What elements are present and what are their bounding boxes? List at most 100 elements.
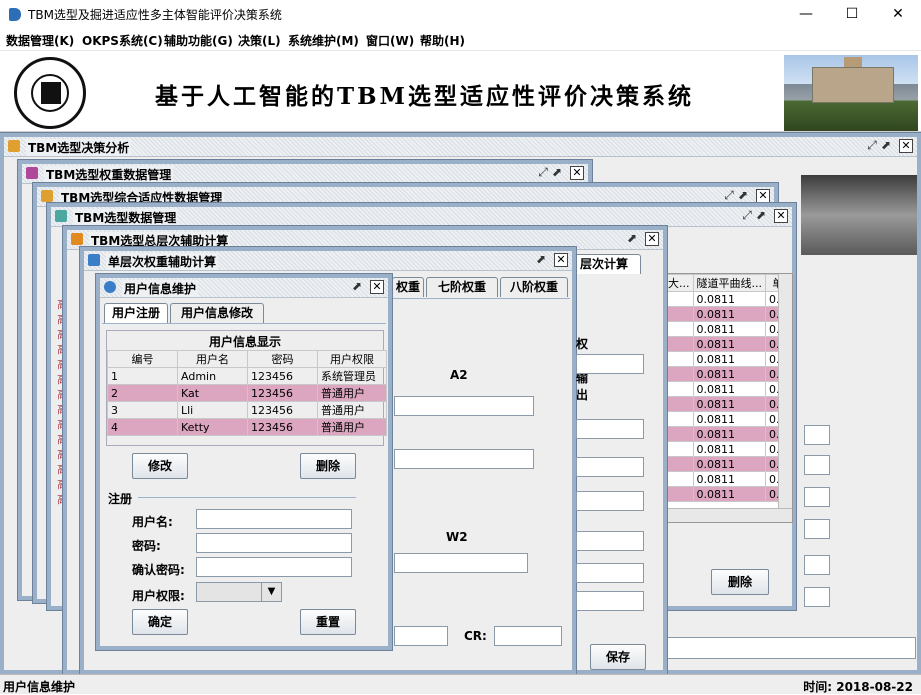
maximize-icon[interactable]: ⬈ [550,166,564,180]
menu-window[interactable]: 窗口(W) [366,32,414,49]
matrix-field[interactable] [394,449,534,469]
side-field[interactable] [804,519,830,539]
username-label: 用户名: [132,515,173,529]
confirm-password-input[interactable] [196,557,352,577]
output-field[interactable] [576,531,644,551]
table-row[interactable]: 0.08110.1 [664,351,791,367]
output-field[interactable] [576,591,644,611]
tab-user-modify[interactable]: 用户信息修改 [170,303,264,323]
maximize-button[interactable]: ☐ [829,0,875,29]
restore-icon[interactable]: ⤢ [865,139,879,153]
confirm-button[interactable]: 确定 [132,609,188,635]
tab-user-register[interactable]: 用户注册 [104,303,168,323]
side-field[interactable] [804,425,830,445]
minimize-button[interactable]: — [783,0,829,29]
output-field[interactable] [576,563,644,583]
cr-field[interactable] [494,626,562,646]
output-field[interactable] [576,457,644,477]
university-logo [14,57,86,129]
maximize-icon[interactable]: ⬈ [736,189,750,203]
tab-level-calc[interactable]: 层次计算 [567,254,641,274]
close-icon[interactable]: ✕ [645,232,659,246]
a2-label: A2 [450,368,468,382]
column-header[interactable]: 大... [664,274,694,292]
output-field[interactable] [576,419,644,439]
reset-button[interactable]: 重置 [300,609,356,635]
table-row[interactable]: 0.08110.1 [664,441,791,457]
vertical-scrollbar[interactable] [778,274,792,508]
menu-okps[interactable]: OKPS系统(C) [82,32,163,49]
column-header[interactable]: 隧道平曲线... [692,274,766,292]
side-field[interactable] [804,455,830,475]
maximize-icon[interactable]: ⬈ [879,139,893,153]
password-input[interactable] [196,533,352,553]
side-field[interactable] [804,487,830,507]
weight-output-field[interactable] [576,354,644,374]
tab-weight[interactable]: 权重 [392,277,424,297]
restore-icon[interactable]: ⤢ [536,166,550,180]
save-button[interactable]: 保存 [590,644,646,670]
table-row[interactable]: 0.08110.1 [664,486,791,502]
side-field[interactable] [804,587,830,607]
table-row[interactable]: 0.08110.1 [664,426,791,442]
table-row[interactable]: 0.08110.1 [664,456,791,472]
frame-icon [71,233,83,245]
table-row[interactable]: 0.08110.1 [664,321,791,337]
permission-select[interactable]: ▼ [196,582,282,602]
matrix-field[interactable] [394,396,534,416]
w2-label: W2 [446,530,468,544]
table-row[interactable]: 0.08110.1 [664,336,791,352]
table-row[interactable]: 0.08110.1 [664,291,791,307]
frame-user-info: 用户信息维护 ⬈ ✕ 用户注册 用户信息修改 用户信息显示 编号 用户名 密码 用户权… [96,274,392,650]
tab-eighth-order-weight[interactable]: 八阶权重 [500,277,568,297]
table-row[interactable]: 3 Lli 123456 普通用户 [107,401,387,419]
restore-icon[interactable]: ⤢ [740,209,754,223]
table-row[interactable]: 0.08110.1 [664,306,791,322]
close-button[interactable]: ✕ [875,0,921,29]
table-row[interactable]: 1 Admin 123456 系统管理员 [107,367,387,385]
frame-title: TBM选型数据管理 [73,209,179,226]
modify-button[interactable]: 修改 [132,453,188,479]
close-icon[interactable]: ✕ [370,280,384,294]
column-header[interactable]: 编号 [107,350,178,368]
horizontal-scrollbar[interactable] [664,508,792,522]
menu-maintenance[interactable]: 系统维护(M) [288,32,359,49]
tab-seventh-order-weight[interactable]: 七阶权重 [426,277,498,297]
w2-field[interactable] [394,553,528,573]
table-row[interactable]: 0.08110.1 [664,471,791,487]
close-icon[interactable]: ✕ [899,139,913,153]
chevron-down-icon[interactable]: ▼ [261,583,281,601]
delete-user-button[interactable]: 删除 [300,453,356,479]
menu-help[interactable]: 帮助(H) [420,32,465,49]
side-field[interactable] [804,555,830,575]
table-row[interactable]: 4 Ketty 123456 普通用户 [107,418,387,436]
restore-icon[interactable]: ⤢ [722,189,736,203]
delete-button[interactable]: 删除 [711,569,769,595]
column-header[interactable]: 密码 [247,350,318,368]
window-title: TBM选型及掘进适应性多主体智能评价决策系统 [28,8,282,22]
window-titlebar: TBM选型及掘进适应性多主体智能评价决策系统 — ☐ ✕ [0,0,921,29]
table-row[interactable]: 0.08110.1 [664,366,791,382]
menu-decision[interactable]: 决策(L) [238,32,281,49]
output-field[interactable] [576,491,644,511]
table-row[interactable]: 0.08110.1 [664,381,791,397]
close-icon[interactable]: ✕ [554,253,568,267]
menu-data-management[interactable]: 数据管理(K) [6,32,74,49]
maximize-icon[interactable]: ⬈ [350,280,364,294]
table-row[interactable]: 2 Kat 123456 普通用户 [107,384,387,402]
display-header: 用户信息显示 [208,335,281,349]
maximize-icon[interactable]: ⬈ [754,209,768,223]
password-label: 密码: [132,539,161,553]
maximize-icon[interactable]: ⬈ [625,232,639,246]
column-header[interactable]: 用户名 [177,350,248,368]
close-icon[interactable]: ✕ [756,189,770,203]
username-input[interactable] [196,509,352,529]
column-header[interactable]: 用户权限 [317,350,387,368]
menu-assist[interactable]: 辅助功能(G) [164,32,233,49]
table-row[interactable]: 0.08110.1 [664,396,791,412]
table-row[interactable]: 0.08110.1 [664,411,791,427]
ci-field[interactable] [394,626,448,646]
close-icon[interactable]: ✕ [774,209,788,223]
maximize-icon[interactable]: ⬈ [534,253,548,267]
close-icon[interactable]: ✕ [570,166,584,180]
